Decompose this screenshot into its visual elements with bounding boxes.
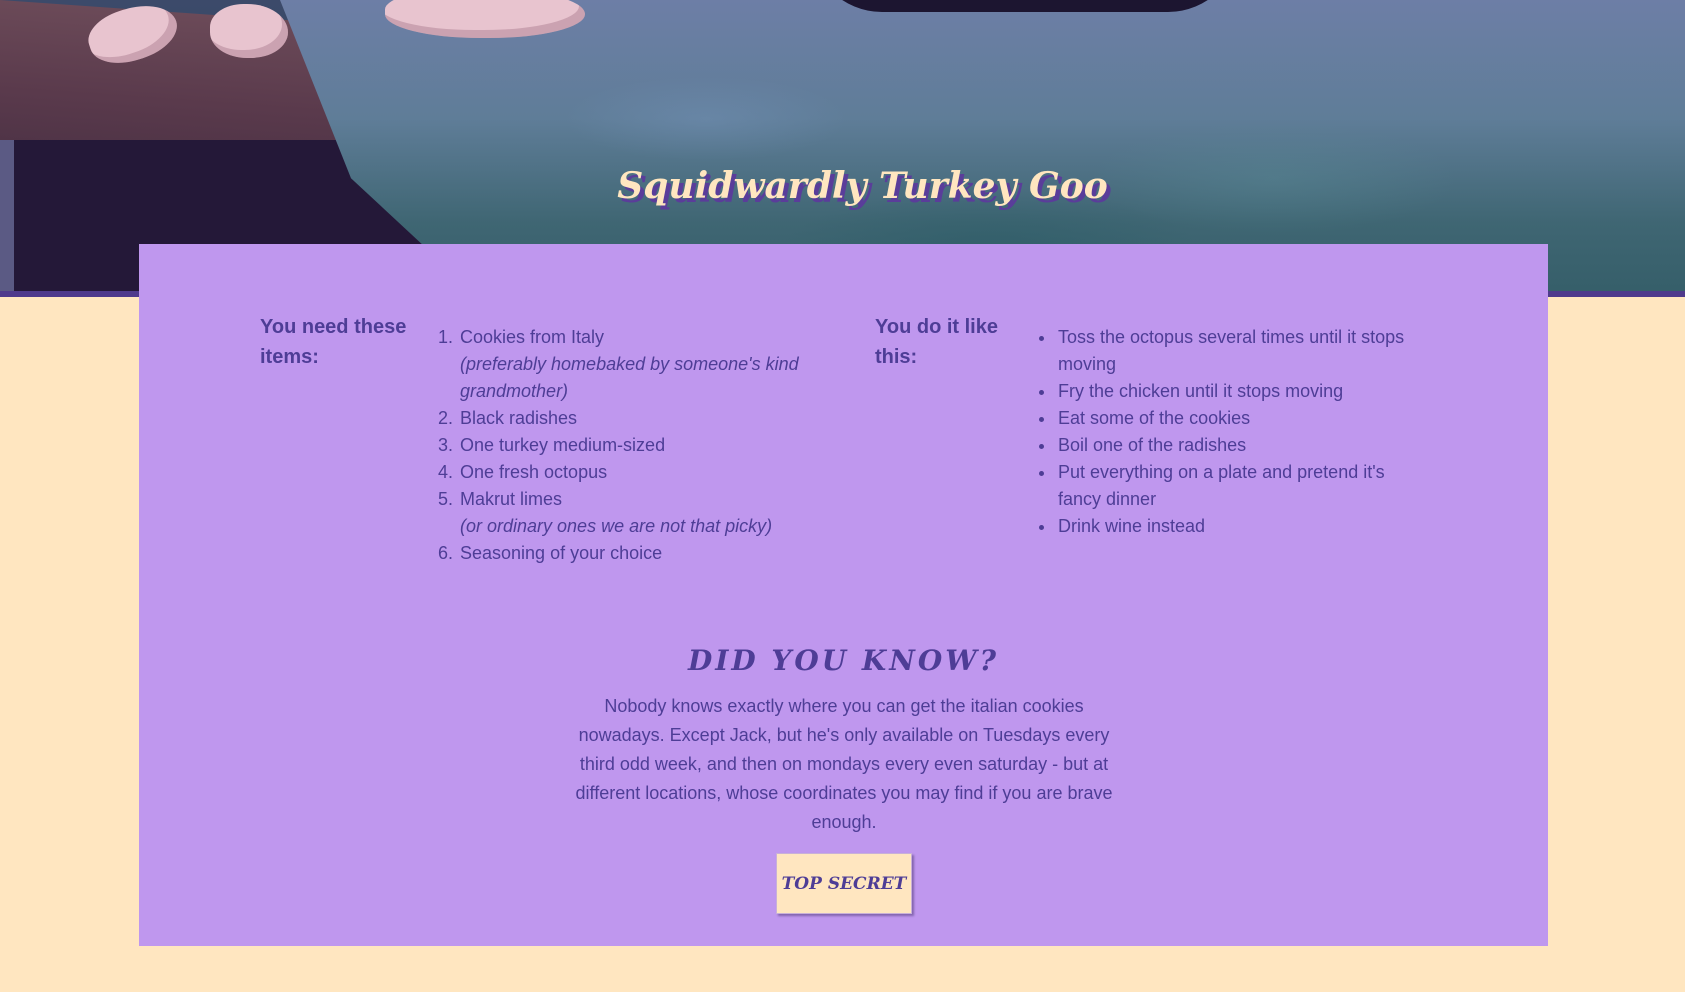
- did-you-know-text: Nobody knows exactly where you can get t…: [575, 696, 1113, 832]
- ingredient-item: One turkey medium-sized: [458, 432, 818, 459]
- step-item: Put everything on a plate and pretend it…: [1056, 459, 1426, 513]
- steps-heading: You do it like this:: [875, 316, 998, 368]
- hero-image-pot: [810, 0, 1240, 12]
- ingredient-item: Black radishes: [458, 405, 818, 432]
- step-item: Toss the octopus several times until it …: [1056, 324, 1426, 378]
- recipe-card: You need these items: Cookies from Italy…: [139, 244, 1548, 946]
- ingredient-note: (preferably homebaked by someone's kind …: [460, 354, 799, 401]
- top-secret-button[interactable]: TOP SECRET: [776, 853, 912, 914]
- step-item: Eat some of the cookies: [1056, 405, 1426, 432]
- ingredient-item: Cookies from Italy (preferably homebaked…: [458, 324, 818, 405]
- page-title: Squidwardly Turkey Goo: [617, 165, 1108, 207]
- step-item: Boil one of the radishes: [1056, 432, 1426, 459]
- ingredient-item: Seasoning of your choice: [458, 540, 818, 567]
- steps-list: Toss the octopus several times until it …: [1036, 324, 1426, 540]
- step-item: Fry the chicken until it stops moving: [1056, 378, 1426, 405]
- hero-image-bread: [210, 4, 288, 58]
- ingredient-note: (or ordinary ones we are not that picky): [460, 516, 773, 536]
- ingredient-item: One fresh octopus: [458, 459, 818, 486]
- ingredients-heading: You need these items:: [260, 316, 407, 368]
- ingredients-list: Cookies from Italy (preferably homebaked…: [438, 324, 818, 567]
- did-you-know-title: DID YOU KNOW?: [687, 644, 1000, 677]
- ingredient-item: Makrut limes (or ordinary ones we are no…: [458, 486, 818, 540]
- step-item: Drink wine instead: [1056, 513, 1426, 540]
